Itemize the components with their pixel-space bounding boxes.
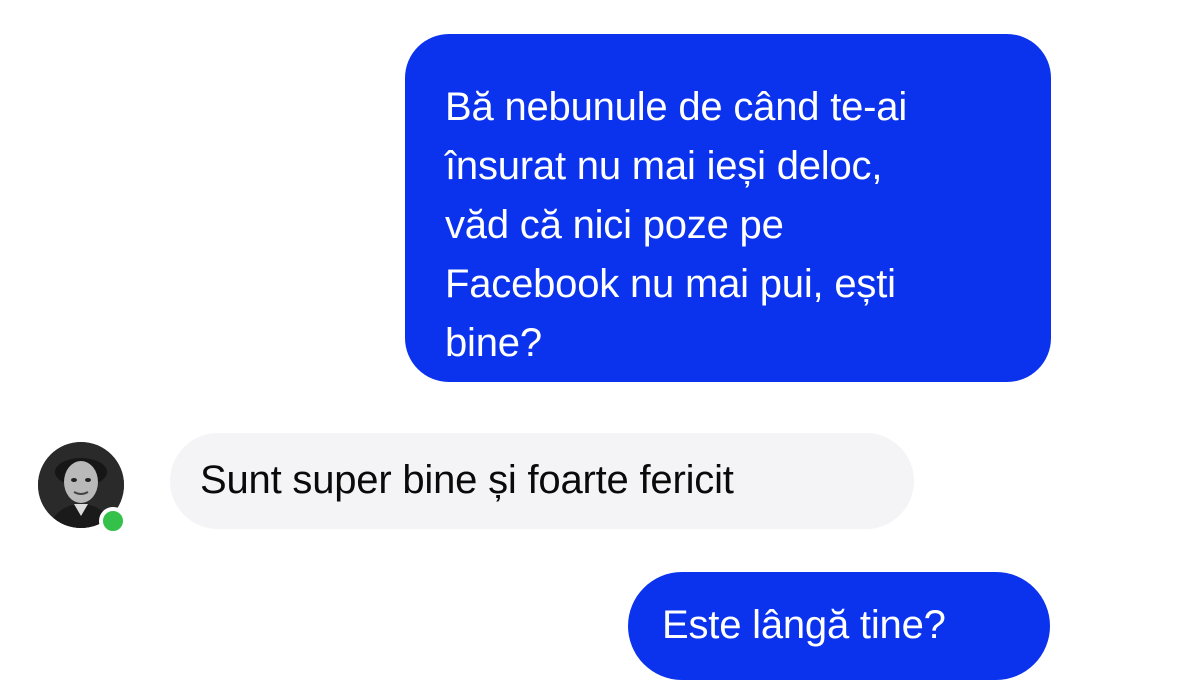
outgoing-message-bubble[interactable]: Este lângă tine?: [628, 572, 1050, 680]
message-thread: Bă nebunule de când te-ai însurat nu mai…: [0, 0, 1200, 686]
outgoing-message-bubble[interactable]: Bă nebunule de când te-ai însurat nu mai…: [405, 34, 1051, 382]
incoming-message-bubble[interactable]: Sunt super bine și foarte fericit: [170, 433, 914, 529]
online-status-dot: [99, 507, 127, 535]
